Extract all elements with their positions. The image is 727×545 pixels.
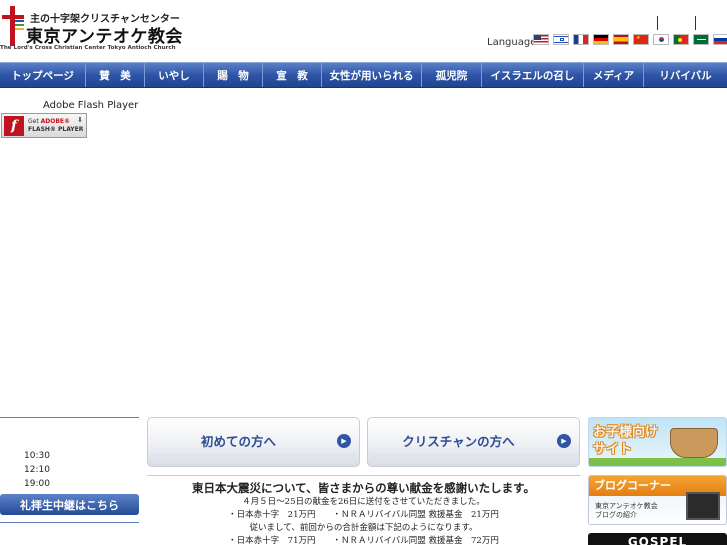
- logo-title: 東京アンテオケ教会: [26, 27, 183, 47]
- computer-screen-icon: [686, 492, 720, 520]
- nav-item-orphanage[interactable]: 孤児院: [422, 63, 482, 87]
- separator: [657, 16, 658, 30]
- nav-item-praise[interactable]: 賛 美: [86, 63, 145, 87]
- language-flags: ★: [533, 34, 727, 45]
- download-arrow-icon: ⬇: [77, 116, 83, 124]
- first-time-visitors-button[interactable]: 初めての方へ ▶: [147, 417, 360, 467]
- nav-item-mission[interactable]: 宣 教: [263, 63, 322, 87]
- button-shadow: [152, 454, 355, 463]
- kids-banner-line: お子様向け: [593, 425, 659, 440]
- logo-english-name: The Lord's Cross Christian Center Tokyo …: [0, 45, 176, 51]
- france-flag-icon[interactable]: [573, 34, 589, 45]
- service-time: 12:10: [24, 465, 50, 475]
- nav-item-revival[interactable]: リバイバル: [644, 63, 727, 87]
- nav-item-gifts[interactable]: 賜 物: [204, 63, 263, 87]
- kids-banner-line: サイト: [593, 442, 633, 457]
- donation-announcement: 東日本大震災について、皆さまからの尊い献金を感謝いたします。 ４月５日～25日の…: [147, 480, 580, 545]
- china-flag-icon[interactable]: ★: [633, 34, 649, 45]
- christians-label: クリスチャンの方へ: [402, 434, 515, 449]
- announcement-line: 従いまして、前回からの合計金額は下記のようになります。: [249, 523, 478, 533]
- divider: [0, 522, 139, 523]
- announcement-title: 東日本大震災について、皆さまからの尊い献金を感謝いたします。: [192, 481, 535, 495]
- flash-badge-product: FLASH® PLAYER: [28, 126, 84, 133]
- kids-site-banner[interactable]: お子様向け サイト: [588, 417, 727, 467]
- grass: [589, 458, 726, 466]
- nav-item-media[interactable]: メディア: [584, 63, 644, 87]
- service-time: 19:00: [24, 479, 50, 489]
- divider: [0, 417, 139, 418]
- main-nav: トップページ 賛 美 いやし 賜 物 宣 教 女性が用いられる 孤児院 イスラエ…: [0, 62, 727, 88]
- arrow-right-icon: ▶: [337, 434, 351, 448]
- language-label: Language: [487, 37, 537, 48]
- button-shadow: [372, 454, 575, 463]
- flash-player-label: Adobe Flash Player: [43, 100, 139, 111]
- divider: [147, 475, 580, 476]
- announcement-line: ・日本赤十字 21万円 ・ＮＲＡリバイバル同盟 救援基金 21万円: [228, 510, 499, 520]
- service-times: 10:30 12:10 19:00: [24, 449, 50, 491]
- header-separators: [655, 16, 715, 30]
- gospel-banner-text: GOSPEL: [627, 535, 688, 545]
- blog-banner-text: 東京アンテオケ教会 ブログの紹介: [595, 502, 658, 520]
- flash-badge-get: Get ADOBE®: [28, 118, 70, 125]
- us-flag-icon[interactable]: [533, 34, 549, 45]
- church-logo[interactable]: 主の十字架クリスチャンセンター 東京アンテオケ教会 The Lord's Cro…: [0, 6, 182, 54]
- first-time-label: 初めての方へ: [200, 434, 276, 449]
- separator: [695, 16, 696, 30]
- announcement-line: ４月５日～25日の献金を26日に送付をさせていただきました。: [242, 497, 485, 507]
- nav-item-women[interactable]: 女性が用いられる: [322, 63, 422, 87]
- nav-item-israel[interactable]: イスラエルの召し: [482, 63, 584, 87]
- cross-logo-icon: [2, 6, 24, 46]
- nav-item-top[interactable]: トップページ: [0, 63, 86, 87]
- live-stream-button[interactable]: 礼拝生中継はこちら: [0, 494, 139, 515]
- kids-banner-text: お子様向け サイト: [593, 424, 658, 458]
- russia-flag-icon[interactable]: [713, 34, 727, 45]
- portugal-flag-icon[interactable]: [673, 34, 689, 45]
- korea-flag-icon[interactable]: [653, 34, 669, 45]
- flash-get-text: Get: [28, 118, 39, 125]
- get-flash-player-button[interactable]: f Get ADOBE® FLASH® PLAYER ⬇: [1, 113, 87, 138]
- germany-flag-icon[interactable]: [593, 34, 609, 45]
- service-time: 10:30: [24, 451, 50, 461]
- blog-banner-line: 東京アンテオケ教会: [595, 502, 658, 510]
- flash-adobe-text: ADOBE®: [40, 118, 71, 125]
- flash-icon: f: [4, 116, 24, 136]
- announcement-line: ・日本赤十字 71万円 ・ＮＲＡリバイバル同盟 救援基金 72万円: [228, 536, 499, 545]
- saudi-flag-icon[interactable]: [693, 34, 709, 45]
- christians-button[interactable]: クリスチャンの方へ ▶: [367, 417, 580, 467]
- blog-corner-banner[interactable]: ブログコーナー 東京アンテオケ教会 ブログの紹介: [588, 475, 727, 525]
- gospel-banner[interactable]: GOSPEL: [588, 533, 727, 545]
- blog-banner-line: ブログの紹介: [595, 511, 637, 519]
- israel-flag-icon[interactable]: [553, 34, 569, 45]
- nav-item-healing[interactable]: いやし: [145, 63, 204, 87]
- arrow-right-icon: ▶: [557, 434, 571, 448]
- spain-flag-icon[interactable]: [613, 34, 629, 45]
- ark-icon: [670, 428, 718, 458]
